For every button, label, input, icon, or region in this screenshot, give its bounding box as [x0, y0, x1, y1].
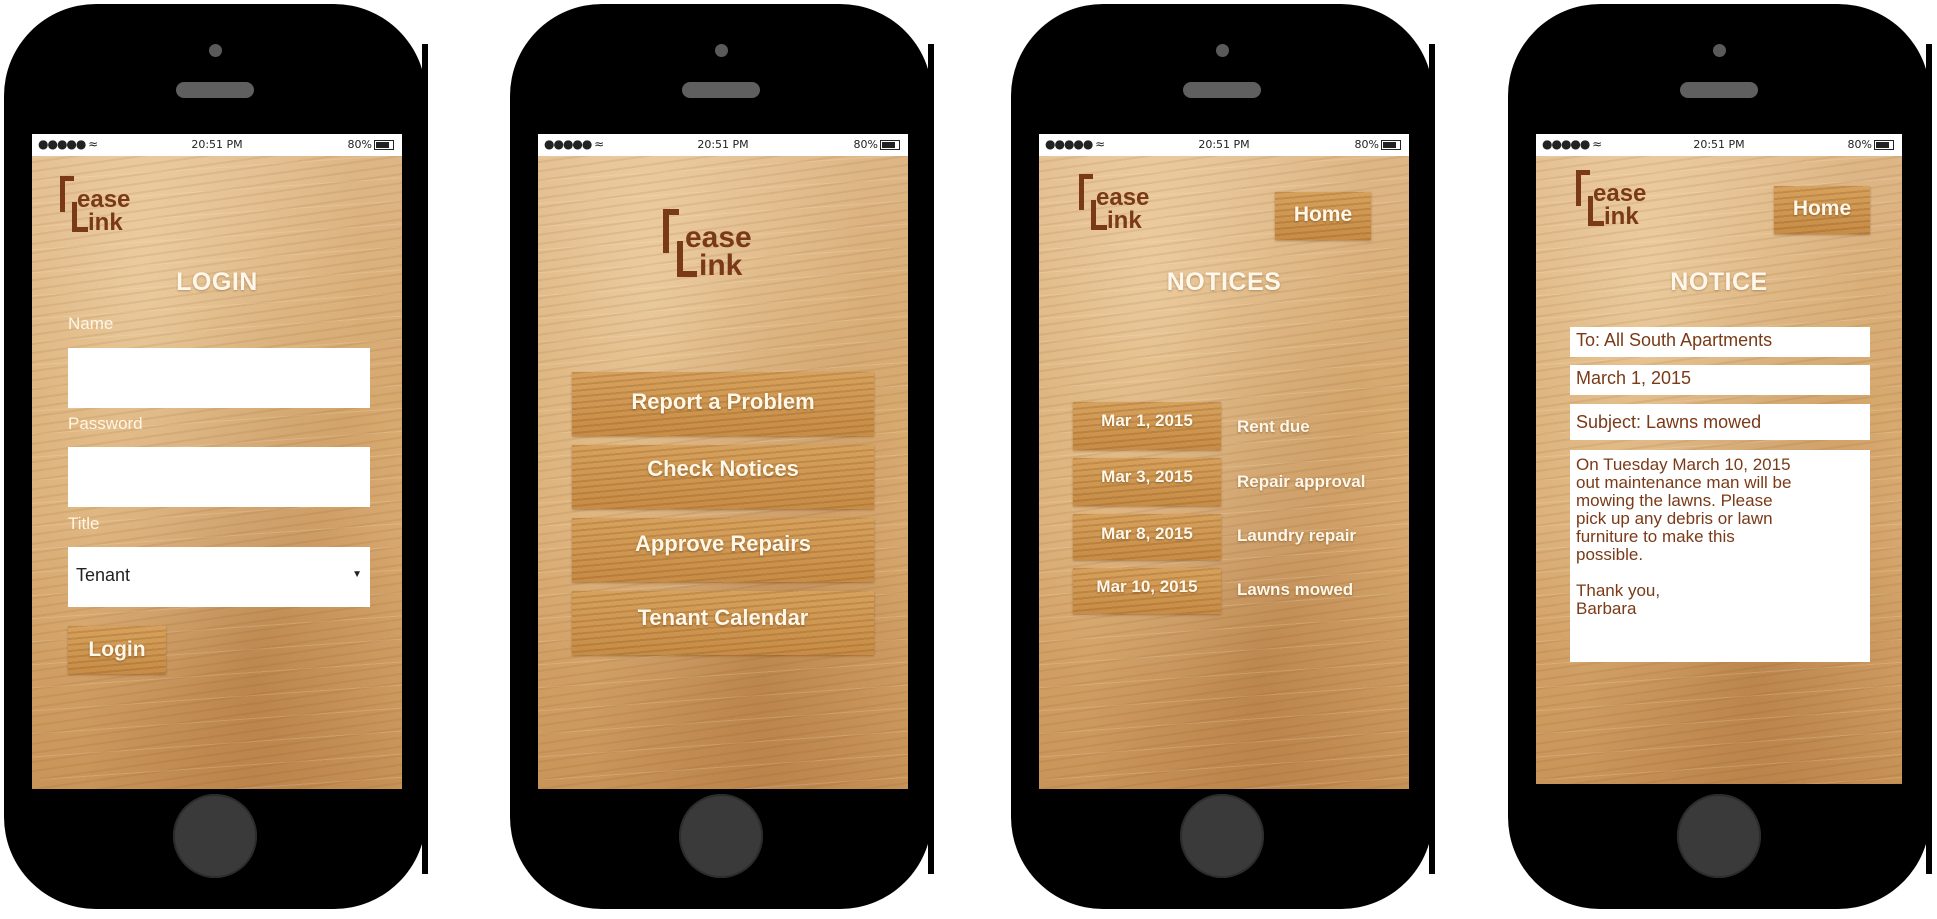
camera-icon: [209, 44, 222, 57]
menu-screen: ●●●●● ≈ 20:51 PM 80% ease ink Report a P…: [538, 134, 908, 789]
notice-date-button[interactable]: Mar 3, 2015: [1073, 458, 1221, 506]
notice-detail-screen: ●●●●● ≈ 20:51 PM 80% ease ink Home NOTIC…: [1536, 134, 1902, 784]
battery-icon: [1874, 140, 1894, 150]
name-label: Name: [68, 314, 114, 333]
password-label: Password: [68, 414, 143, 433]
password-input[interactable]: [68, 447, 370, 507]
notice-to-field: To: All South Apartments: [1570, 327, 1870, 357]
page-title: NOTICES: [1166, 268, 1282, 296]
notice-date-button[interactable]: Mar 1, 2015: [1073, 402, 1221, 450]
camera-icon: [1713, 44, 1726, 57]
leaselink-logo: ease ink: [60, 176, 160, 236]
page-title: NOTICE: [1670, 268, 1768, 296]
status-bar: ●●●●● ≈ 20:51 PM 80%: [538, 134, 908, 156]
speaker-grille: [1680, 82, 1758, 98]
dropdown-caret-icon: ▼: [352, 569, 362, 580]
title-select[interactable]: Tenant ▼: [68, 547, 370, 607]
battery-indicator: 80%: [1848, 138, 1894, 151]
battery-indicator: 80%: [854, 138, 900, 151]
status-time: 20:51 PM: [1198, 138, 1250, 151]
hardware-home-button[interactable]: [1180, 794, 1264, 878]
check-notices-button[interactable]: Check Notices: [572, 445, 874, 509]
title-label: Title: [68, 514, 100, 533]
status-time: 20:51 PM: [697, 138, 749, 151]
speaker-grille: [682, 82, 760, 98]
leaselink-logo: ease ink: [663, 209, 793, 289]
status-bar: ●●●●● ≈ 20:51 PM 80%: [1039, 134, 1409, 156]
name-input[interactable]: [68, 348, 370, 408]
status-bar: ●●●●● ≈ 20:51 PM 80%: [1536, 134, 1902, 156]
notice-subject-field: Subject: Lawns mowed: [1570, 404, 1870, 440]
home-button[interactable]: Home: [1774, 186, 1870, 234]
leaselink-logo: ease ink: [1576, 170, 1676, 230]
login-button[interactable]: Login: [68, 626, 166, 674]
hardware-home-button[interactable]: [1677, 794, 1761, 878]
status-time: 20:51 PM: [191, 138, 243, 151]
notice-date-button[interactable]: Mar 8, 2015: [1073, 514, 1221, 560]
status-bar: ●●●●● ≈ 20:51 PM 80%: [32, 134, 402, 156]
title-select-value: Tenant: [76, 565, 131, 585]
battery-icon: [1381, 140, 1401, 150]
phone-notices: ●●●●● ≈ 20:51 PM 80% ease ink Home NOTIC…: [1011, 4, 1435, 909]
speaker-grille: [1183, 82, 1261, 98]
notice-date-field: March 1, 2015: [1570, 365, 1870, 395]
login-screen: ●●●●● ≈ 20:51 PM 80% ease ink LOGIN Name…: [32, 134, 402, 789]
notices-screen: ●●●●● ≈ 20:51 PM 80% ease ink Home NOTIC…: [1039, 134, 1409, 789]
notice-subject[interactable]: Laundry repair: [1237, 526, 1356, 546]
tenant-calendar-button[interactable]: Tenant Calendar: [572, 591, 874, 655]
notice-subject[interactable]: Rent due: [1237, 417, 1310, 437]
page-title: LOGIN: [176, 268, 258, 296]
speaker-grille: [176, 82, 254, 98]
leaselink-logo: ease ink: [1079, 174, 1179, 234]
phone-notice-detail: ●●●●● ≈ 20:51 PM 80% ease ink Home NOTIC…: [1508, 4, 1932, 909]
report-problem-button[interactable]: Report a Problem: [572, 372, 874, 436]
battery-icon: [374, 140, 394, 150]
phone-menu: ●●●●● ≈ 20:51 PM 80% ease ink Report a P…: [510, 4, 934, 909]
battery-indicator: 80%: [1355, 138, 1401, 151]
battery-indicator: 80%: [348, 138, 394, 151]
battery-icon: [880, 140, 900, 150]
approve-repairs-button[interactable]: Approve Repairs: [572, 518, 874, 582]
notice-subject[interactable]: Lawns mowed: [1237, 580, 1353, 600]
camera-icon: [715, 44, 728, 57]
camera-icon: [1216, 44, 1229, 57]
hardware-home-button[interactable]: [173, 794, 257, 878]
home-button[interactable]: Home: [1275, 192, 1371, 240]
hardware-home-button[interactable]: [679, 794, 763, 878]
notice-body: On Tuesday March 10, 2015 out maintenanc…: [1570, 450, 1870, 662]
notice-subject[interactable]: Repair approval: [1237, 472, 1366, 492]
phone-login: ●●●●● ≈ 20:51 PM 80% ease ink LOGIN Name…: [4, 4, 428, 909]
notice-date-button[interactable]: Mar 10, 2015: [1073, 568, 1221, 614]
